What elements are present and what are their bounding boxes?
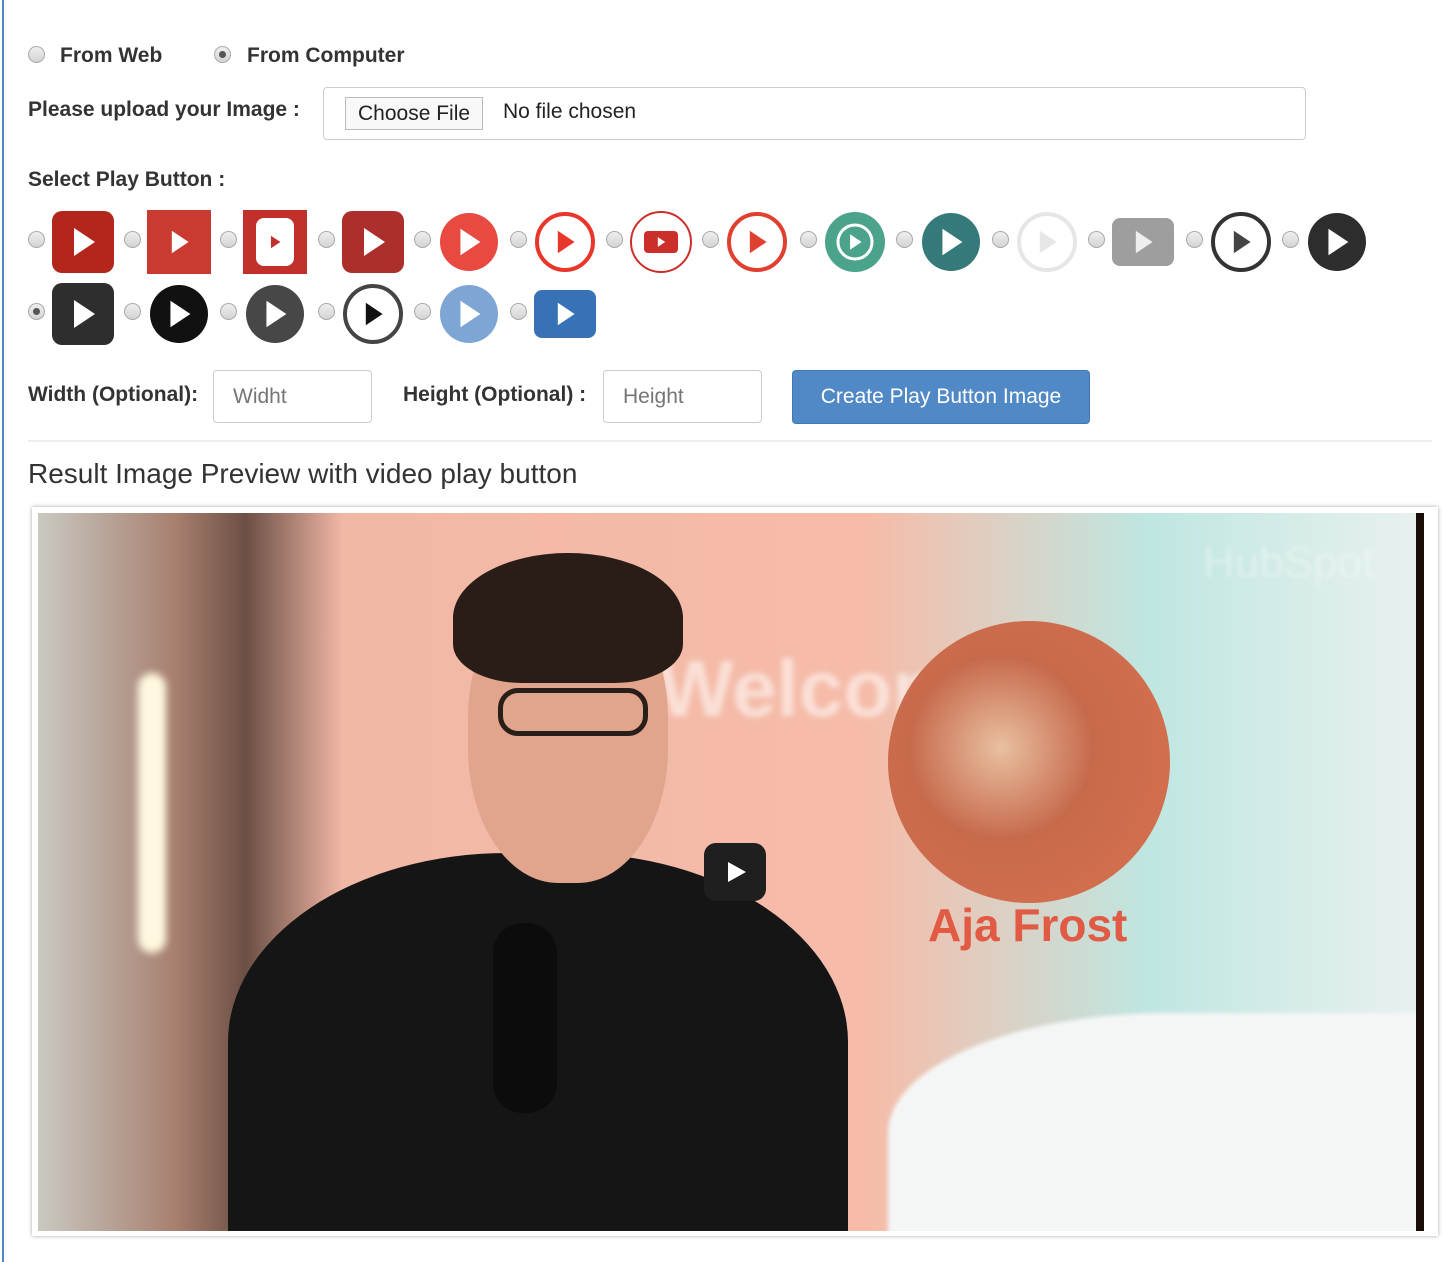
play-option-radio[interactable] (510, 303, 527, 320)
play-option-circle-black-glossy-icon[interactable] (1305, 210, 1369, 274)
play-option-ring-darkgray-icon[interactable] (341, 282, 405, 346)
play-option-radio[interactable] (220, 231, 237, 248)
play-option-radio[interactable] (992, 231, 1009, 248)
play-button-overlay[interactable] (704, 843, 766, 901)
play-option-rounded-darkred-big-icon[interactable] (341, 210, 405, 274)
left-border (2, 0, 4, 1262)
play-option-circle-darkgray-icon[interactable] (243, 282, 307, 346)
width-label: Width (Optional): (28, 383, 199, 406)
person-hair (453, 553, 683, 683)
height-input[interactable] (603, 370, 762, 423)
file-status: No file chosen (503, 100, 637, 123)
play-option-circle-red-icon[interactable] (437, 210, 501, 274)
from-web-label: From Web (60, 44, 163, 67)
upload-label: Please upload your Image : (28, 98, 300, 121)
play-option-circle-black-white-ring-icon[interactable] (147, 282, 211, 346)
play-option-radio[interactable] (318, 303, 335, 320)
radio-from-computer[interactable] (214, 46, 231, 63)
play-option-square-red-white-box-icon[interactable] (243, 210, 307, 274)
glasses (498, 688, 648, 736)
play-option-circle-teal-icon[interactable] (919, 210, 983, 274)
play-option-radio[interactable] (896, 231, 913, 248)
play-option-ring-red-youtube-icon[interactable] (629, 210, 693, 274)
image-edge (1416, 513, 1424, 1231)
play-option-radio[interactable] (1186, 231, 1203, 248)
play-option-radio[interactable] (800, 231, 817, 248)
desk (888, 1013, 1424, 1231)
play-option-radio[interactable] (1088, 231, 1105, 248)
play-option-radio[interactable] (124, 231, 141, 248)
play-option-radio[interactable] (510, 231, 527, 248)
play-option-rounded-black-icon[interactable] (51, 282, 115, 346)
play-option-radio[interactable] (124, 303, 141, 320)
file-input[interactable]: Choose File No file chosen (323, 87, 1306, 140)
from-computer-label: From Computer (247, 44, 405, 67)
create-play-button-image-button[interactable]: Create Play Button Image (792, 370, 1090, 424)
microphone (493, 923, 557, 1113)
play-option-square-red-gradient-icon[interactable] (147, 210, 211, 274)
play-option-youtube-rounded-red-icon[interactable] (51, 210, 115, 274)
width-input[interactable] (213, 370, 372, 423)
play-option-ring-white-icon[interactable] (1015, 210, 1079, 274)
play-option-radio[interactable] (414, 231, 431, 248)
play-option-radio[interactable] (606, 231, 623, 248)
height-label: Height (Optional) : (403, 383, 587, 406)
play-option-radio[interactable] (28, 303, 45, 320)
play-option-radio[interactable] (414, 303, 431, 320)
play-icon (728, 862, 746, 882)
play-option-rounded-gray-icon[interactable] (1111, 210, 1175, 274)
wall-light (138, 673, 166, 953)
divider (28, 440, 1432, 442)
preview-image: Welcome HubSpot Aja Frost (38, 513, 1424, 1231)
play-option-radio[interactable] (1282, 231, 1299, 248)
preview-frame: Welcome HubSpot Aja Frost (32, 507, 1438, 1236)
choose-file-button[interactable]: Choose File (345, 97, 484, 130)
play-option-radio[interactable] (28, 231, 45, 248)
watermark: HubSpot (1203, 538, 1375, 587)
preview-title: Result Image Preview with video play but… (28, 458, 578, 489)
play-option-circle-lightblue-icon[interactable] (437, 282, 501, 346)
play-option-ring-black-icon[interactable] (1209, 210, 1273, 274)
play-option-radio[interactable] (702, 231, 719, 248)
play-option-radio[interactable] (318, 231, 335, 248)
overlay-name: Aja Frost (928, 899, 1128, 951)
play-option-ring-red-icon[interactable] (533, 210, 597, 274)
inset-portrait (888, 621, 1170, 903)
play-option-ring-red-thin-icon[interactable] (725, 210, 789, 274)
play-option-radio[interactable] (220, 303, 237, 320)
play-option-rounded-blue-icon[interactable] (533, 282, 597, 346)
play-option-circle-green-ring-icon[interactable] (823, 210, 887, 274)
radio-from-web[interactable] (28, 46, 45, 63)
select-play-label: Select Play Button : (28, 168, 226, 191)
